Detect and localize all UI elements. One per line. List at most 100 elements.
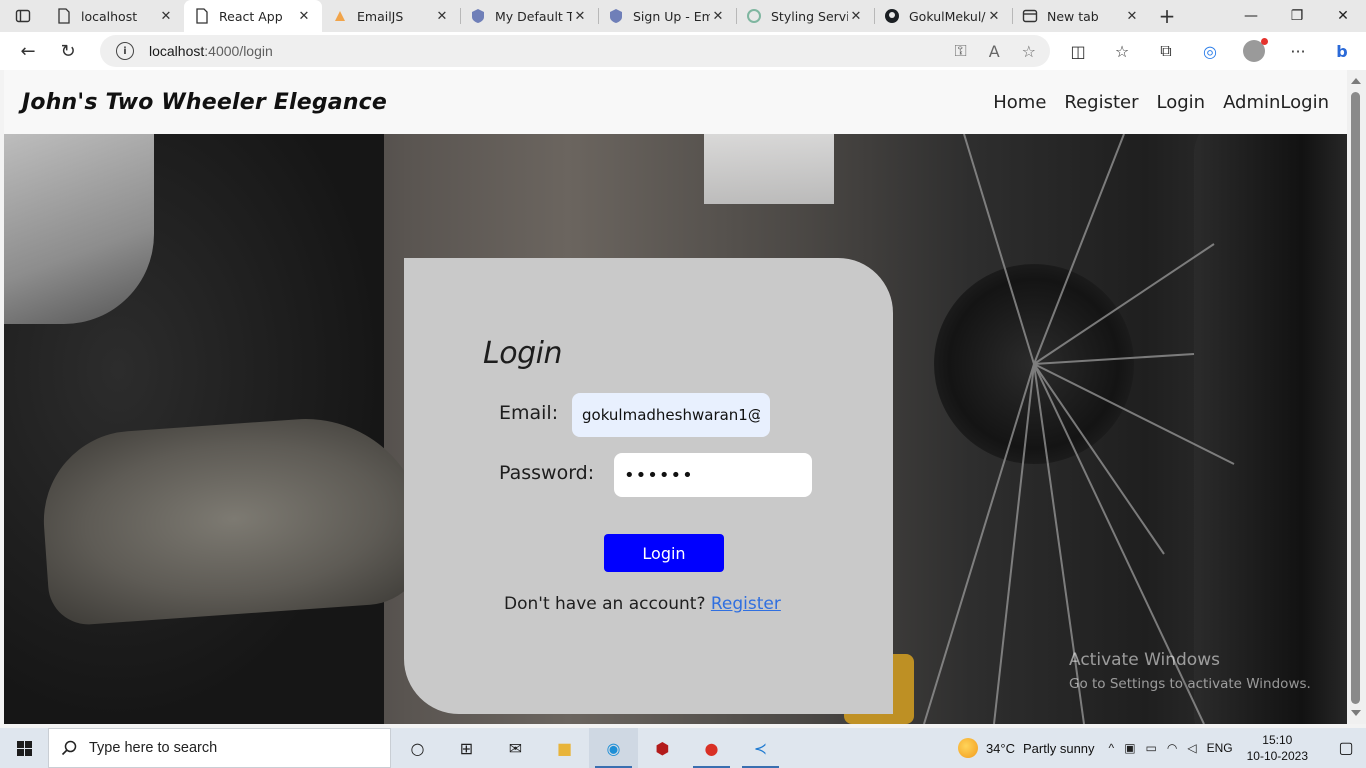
key-icon[interactable]: ⚿ (955, 41, 967, 61)
close-tab-icon[interactable]: ✕ (848, 9, 864, 24)
page-icon (194, 8, 210, 24)
back-button[interactable]: ← (8, 35, 48, 67)
wifi-icon[interactable]: ◠ (1167, 741, 1177, 755)
security-app[interactable]: ⬢ (638, 728, 687, 768)
new-tab-button[interactable]: + (1150, 0, 1184, 32)
tab-title: EmailJS (357, 8, 404, 24)
system-tray: 34°C Partly sunny ^ ▣ ▭ ◠ ◁ ENG 15:10 10… (957, 728, 1366, 768)
url-host: localhost (149, 43, 205, 59)
favorites-button[interactable]: ☆ (1106, 35, 1138, 67)
weather-desc: Partly sunny (1023, 740, 1095, 756)
newtab-icon (1022, 8, 1038, 24)
browser-tab-active[interactable]: React App ✕ (184, 0, 322, 32)
tab-title: React App (219, 8, 283, 24)
read-aloud-icon[interactable]: A (989, 42, 1000, 61)
tab-title: Styling Service (771, 8, 848, 24)
nav-adminlogin-link[interactable]: AdminLogin (1223, 92, 1329, 113)
login-card: Login Email: Password: Login Don't have … (404, 258, 893, 714)
browser-tab[interactable]: EmailJS ✕ (322, 0, 460, 32)
site-brand[interactable]: John's Two Wheeler Elegance (22, 90, 387, 115)
login-button[interactable]: Login (604, 534, 724, 572)
site-info-icon[interactable]: i (116, 42, 134, 60)
start-button[interactable] (0, 728, 48, 768)
browser-tab[interactable]: New tab ✕ (1012, 0, 1150, 32)
language-indicator[interactable]: ENG (1207, 741, 1233, 755)
close-tab-icon[interactable]: ✕ (434, 9, 450, 24)
page-viewport: John's Two Wheeler Elegance Home Registe… (4, 70, 1347, 724)
clock-date: 10-10-2023 (1246, 749, 1308, 763)
nav-login-link[interactable]: Login (1157, 92, 1206, 113)
close-tab-icon[interactable]: ✕ (986, 9, 1002, 24)
browser-tab[interactable]: localhost ✕ (46, 0, 184, 32)
email-field[interactable] (572, 393, 770, 437)
browser-tab[interactable]: GokulMekul/ ✕ (874, 0, 1012, 32)
refresh-icon: ↻ (60, 40, 76, 62)
login-heading: Login (483, 336, 562, 371)
nav-register-link[interactable]: Register (1064, 92, 1138, 113)
taskbar-search-box[interactable]: Type here to search (48, 728, 391, 768)
taskbar-apps: ○ ⊞ ✉ ■ ◉ ⬢ ● ≺ (393, 728, 785, 768)
chrome-app[interactable]: ● (687, 728, 736, 768)
task-view-button[interactable]: ⊞ (442, 728, 491, 768)
url-path: :4000/login (204, 43, 273, 59)
profile-button[interactable] (1238, 35, 1270, 67)
notification-icon: ▢ (1338, 740, 1354, 757)
mail-icon: ✉ (508, 738, 523, 758)
browser-tab[interactable]: Sign Up - Ema ✕ (598, 0, 736, 32)
mail-app[interactable]: ✉ (491, 728, 540, 768)
volume-icon[interactable]: ◁ (1187, 741, 1196, 755)
taskbar-clock[interactable]: 15:10 10-10-2023 (1247, 732, 1308, 764)
close-tab-icon[interactable]: ✕ (158, 9, 174, 24)
address-bar[interactable]: i localhost:4000/login ⚿ A ☆ (100, 35, 1050, 67)
bing-icon: b (1336, 41, 1348, 61)
browser-tab[interactable]: Styling Service ✕ (736, 0, 874, 32)
split-screen-icon: ◫ (1070, 41, 1086, 61)
browser-tab[interactable]: My Default Te ✕ (460, 0, 598, 32)
page-scrollbar[interactable] (1347, 70, 1366, 724)
shield-icon (608, 8, 624, 24)
restore-button[interactable]: ❐ (1274, 0, 1320, 32)
cortana-button[interactable]: ○ (393, 728, 442, 768)
register-link[interactable]: Register (711, 594, 781, 614)
window-controls: — ❐ ✕ (1228, 0, 1366, 32)
scrollbar-thumb[interactable] (1351, 92, 1360, 704)
site-navbar: John's Two Wheeler Elegance Home Registe… (4, 70, 1347, 134)
close-window-button[interactable]: ✕ (1320, 0, 1366, 32)
edge-app[interactable]: ◉ (589, 728, 638, 768)
minimize-button[interactable]: — (1228, 0, 1274, 32)
notification-center-button[interactable]: ▢ (1326, 738, 1366, 758)
search-icon (61, 740, 77, 756)
watermark-title: Activate Windows (1069, 650, 1220, 670)
bing-chat-button[interactable]: b (1326, 35, 1358, 67)
collections-button[interactable]: ⧉ (1150, 35, 1182, 67)
settings-menu-button[interactable]: ··· (1282, 35, 1314, 67)
refresh-button[interactable]: ↻ (48, 35, 88, 67)
windows-taskbar: Type here to search ○ ⊞ ✉ ■ ◉ ⬢ ● ≺ 34°C… (0, 728, 1366, 768)
tab-actions-button[interactable] (0, 0, 46, 32)
close-tab-icon[interactable]: ✕ (1124, 9, 1140, 24)
split-screen-button[interactable]: ◫ (1062, 35, 1094, 67)
chevron-up-icon[interactable]: ^ (1109, 741, 1115, 755)
back-arrow-icon: ← (20, 40, 36, 62)
signup-prompt: Don't have an account? Register (504, 594, 804, 614)
vscode-app[interactable]: ≺ (736, 728, 785, 768)
weather-widget[interactable]: 34°C Partly sunny (957, 738, 1095, 758)
close-tab-icon[interactable]: ✕ (710, 9, 726, 24)
activate-windows-watermark: Activate Windows Go to Settings to activ… (1069, 650, 1311, 692)
browser-essentials-button[interactable]: ◎ (1194, 35, 1226, 67)
battery-icon[interactable]: ▭ (1146, 741, 1157, 755)
scroll-up-arrow-icon[interactable] (1351, 78, 1361, 84)
password-field[interactable] (614, 453, 812, 497)
scroll-down-arrow-icon[interactable] (1351, 710, 1361, 716)
close-tab-icon[interactable]: ✕ (296, 9, 312, 24)
weather-temp: 34°C (985, 740, 1015, 756)
close-tab-icon[interactable]: ✕ (572, 9, 588, 24)
collections-icon: ⧉ (1160, 41, 1172, 60)
favorite-star-icon[interactable]: ☆ (1022, 42, 1036, 61)
plus-icon: + (1158, 4, 1176, 28)
tab-title: New tab (1047, 8, 1099, 24)
meet-now-icon[interactable]: ▣ (1124, 741, 1135, 755)
file-explorer-app[interactable]: ■ (540, 728, 589, 768)
site-nav-links: Home Register Login AdminLogin (993, 92, 1329, 113)
nav-home-link[interactable]: Home (993, 92, 1046, 113)
